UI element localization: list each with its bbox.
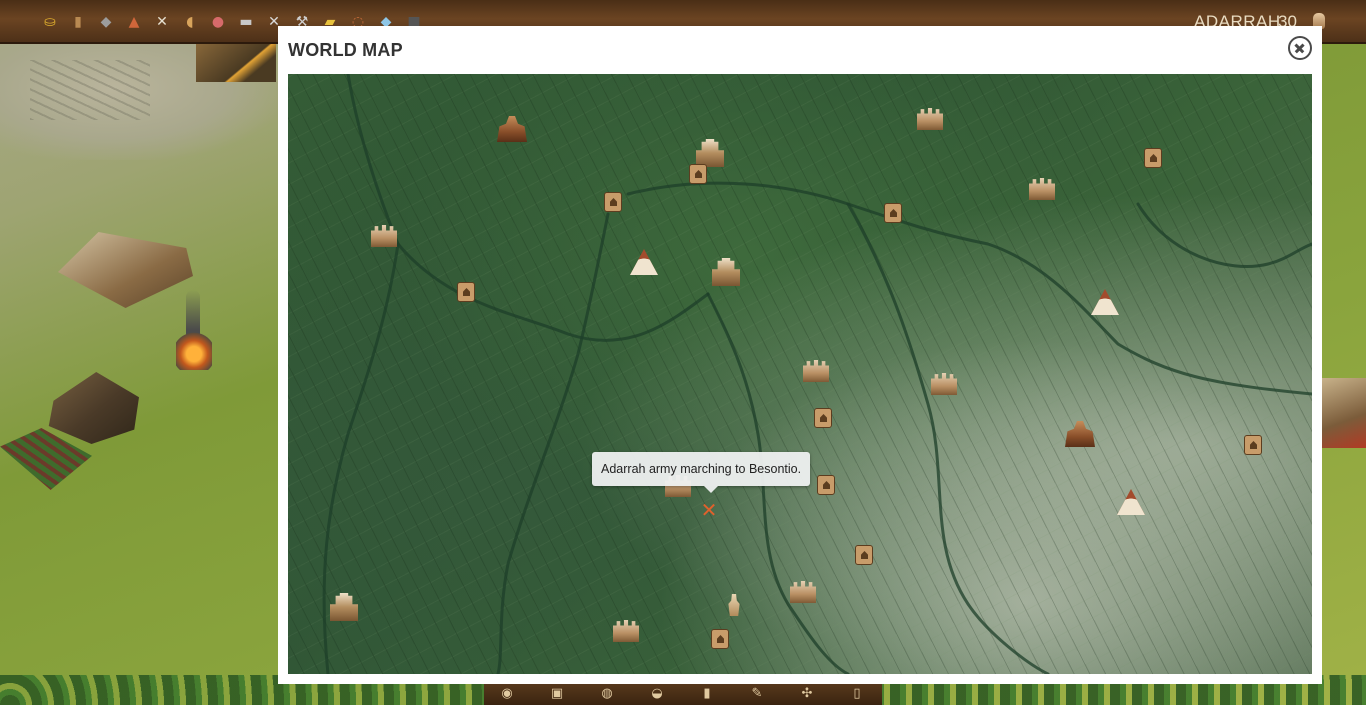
lumber-hut-building[interactable] bbox=[48, 372, 139, 444]
toolbar-button-1[interactable]: ◉ bbox=[494, 684, 520, 704]
copper-icon[interactable]: ▲ bbox=[124, 12, 144, 32]
toolbar-button-4[interactable]: ◒ bbox=[644, 684, 670, 704]
modal-title: WORLD MAP bbox=[288, 40, 403, 60]
village-marker[interactable] bbox=[1244, 435, 1262, 455]
village-marker[interactable] bbox=[884, 203, 902, 223]
world-map[interactable]: ✕ Adarrah army marching to Besontio. bbox=[288, 74, 1312, 674]
wood-icon[interactable]: ▮ bbox=[68, 12, 88, 32]
town-hall-building[interactable] bbox=[58, 232, 193, 308]
tools-icon[interactable]: ✕ bbox=[152, 12, 172, 32]
castle-marker[interactable] bbox=[931, 373, 957, 395]
castle-marker[interactable] bbox=[613, 620, 639, 642]
cloth-icon[interactable]: ▬ bbox=[236, 12, 256, 32]
castle-marker[interactable] bbox=[1029, 178, 1055, 200]
village-marker[interactable] bbox=[817, 475, 835, 495]
army-march-tooltip: Adarrah army marching to Besontio. bbox=[592, 452, 811, 493]
edge-building[interactable] bbox=[1322, 378, 1366, 448]
cliff-rocks bbox=[30, 60, 150, 120]
castle-marker[interactable] bbox=[917, 108, 943, 130]
smithy-building[interactable] bbox=[196, 40, 276, 82]
castle-marker[interactable] bbox=[371, 225, 397, 247]
toolbar-button-2[interactable]: ▣ bbox=[544, 684, 570, 704]
village-marker[interactable] bbox=[457, 282, 475, 302]
crossed-swords-icon[interactable]: ✕ bbox=[698, 499, 720, 521]
toolbar-button-5[interactable]: ▮ bbox=[694, 684, 720, 704]
toolbar-button-8[interactable]: ▯ bbox=[844, 684, 870, 704]
castle-marker[interactable] bbox=[790, 581, 816, 603]
village-marker[interactable] bbox=[711, 629, 729, 649]
castle-marker[interactable] bbox=[803, 360, 829, 382]
toolbar-button-3[interactable]: ◍ bbox=[594, 684, 620, 704]
meat-icon[interactable]: ● bbox=[208, 12, 228, 32]
village-marker[interactable] bbox=[689, 164, 707, 184]
village-marker[interactable] bbox=[1144, 148, 1162, 168]
village-marker[interactable] bbox=[604, 192, 622, 212]
village-marker[interactable] bbox=[855, 545, 873, 565]
close-icon[interactable] bbox=[1288, 36, 1312, 60]
world-map-modal: WORLD MAP ✕ Adarrah army marching to Bes… bbox=[278, 26, 1322, 684]
toolbar-button-7[interactable]: ✣ bbox=[794, 684, 820, 704]
village-marker[interactable] bbox=[814, 408, 832, 428]
gold-icon[interactable]: ⛀ bbox=[40, 12, 60, 32]
stone-icon[interactable]: ◆ bbox=[96, 12, 116, 32]
bread-icon[interactable]: ◖ bbox=[180, 12, 200, 32]
campfire[interactable] bbox=[176, 330, 212, 370]
toolbar-button-6[interactable]: ✎ bbox=[744, 684, 770, 704]
